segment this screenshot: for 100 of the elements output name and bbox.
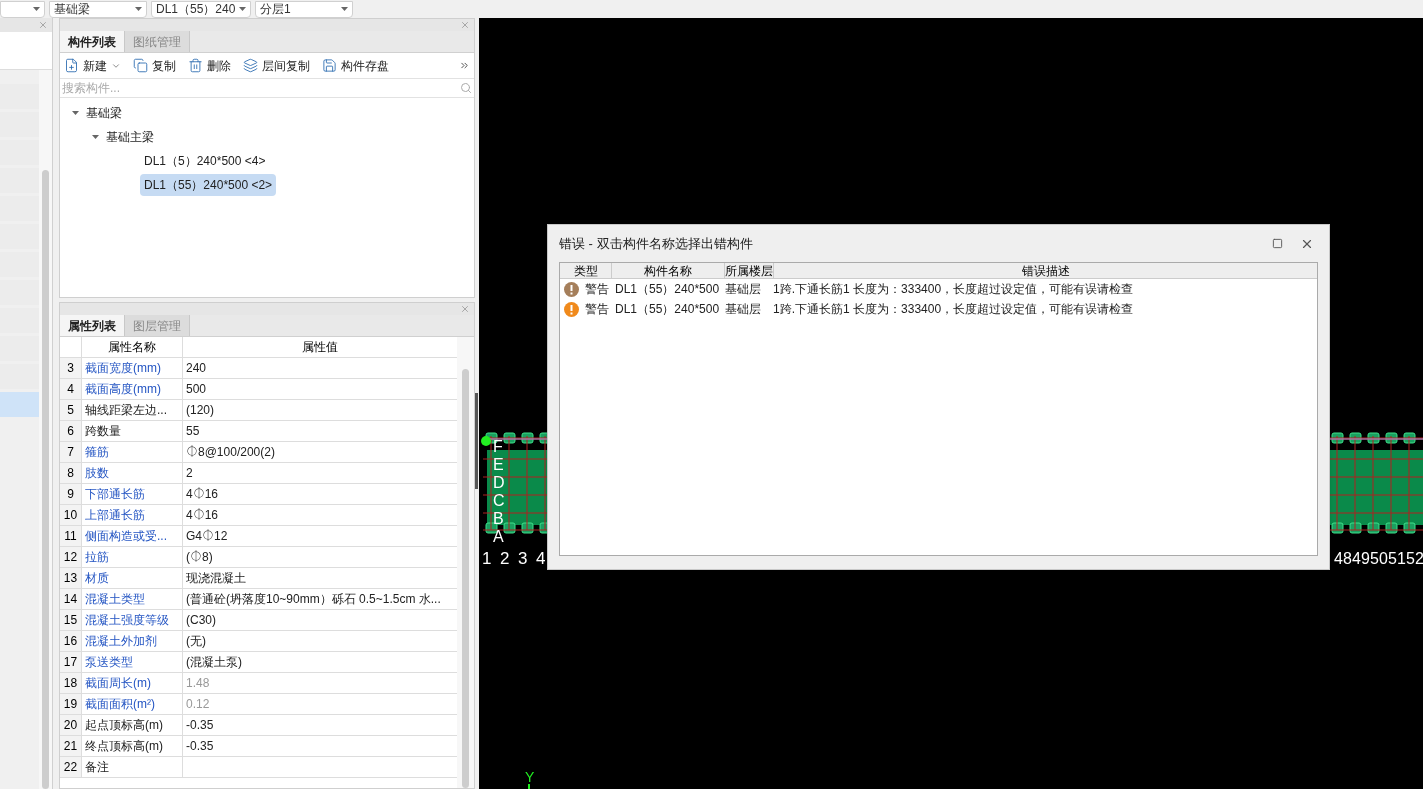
splitter-handle[interactable] (475, 393, 478, 489)
more-icon[interactable] (459, 60, 470, 71)
row-number: 13 (60, 568, 82, 588)
row-number: 16 (60, 631, 82, 651)
table-cell-text: 1跨.下通长筋1 长度为：333400，长度超过设定值，可能有误请检查 (773, 281, 1134, 298)
property-value[interactable]: 55 (183, 421, 457, 441)
table-cell-text: 警告 (585, 301, 609, 318)
property-value[interactable]: (普通砼(坍落度10~90mm）砾石 0.5~1.5cm 水... (183, 589, 457, 609)
row-number: 7 (60, 442, 82, 462)
trash-icon (188, 58, 203, 73)
toolbar-button[interactable]: 新建 (64, 56, 121, 75)
column-header: 错误描述 (1020, 263, 1071, 278)
property-name: 轴线距梁左边... (85, 402, 167, 419)
column-header: 构件名称 (612, 263, 725, 278)
property-value[interactable]: (120) (183, 400, 457, 420)
property-value[interactable]: -0.35 (183, 715, 457, 735)
table-cell[interactable]: DL1（55）240*500 (615, 280, 720, 298)
list-item[interactable] (0, 392, 40, 417)
property-name: 材质 (85, 570, 109, 587)
property-value[interactable]: -0.35 (183, 736, 457, 756)
property-name: 下部通长筋 (85, 486, 145, 503)
column-header: 属性值 (301, 339, 339, 356)
property-name: 泵送类型 (85, 654, 133, 671)
property-value[interactable]: 500 (183, 379, 457, 399)
toolbar-button[interactable]: 删除 (188, 56, 231, 75)
property-value[interactable]: ⏀8@100/200(2) (183, 442, 457, 462)
property-value[interactable]: (混凝土泵) (183, 652, 457, 672)
property-name: 拉筋 (85, 549, 109, 566)
row-number: 11 (60, 526, 82, 546)
copy-icon (133, 58, 148, 73)
panel-tab[interactable]: 属性列表 (60, 315, 125, 336)
dropdown[interactable]: DL1（55）240 (151, 0, 251, 18)
file-plus-icon (64, 58, 79, 73)
property-value[interactable]: (无) (183, 631, 457, 651)
property-name: 备注 (85, 759, 109, 776)
column-header: 属性名称 (82, 337, 183, 357)
row-number: 19 (60, 694, 82, 714)
row-number: 17 (60, 652, 82, 672)
row-number: 22 (60, 757, 82, 777)
property-name: 箍筋 (85, 444, 109, 461)
layers-icon (243, 58, 258, 73)
caret-icon[interactable] (135, 7, 142, 11)
toolbar-button[interactable]: 构件存盘 (322, 56, 389, 75)
tree-item[interactable]: 基础梁 (82, 104, 126, 122)
property-value[interactable]: G4⏀12 (183, 526, 457, 546)
property-name: 截面高度(mm) (85, 381, 161, 398)
table-cell-text: 警告 (585, 281, 609, 298)
property-name: 混凝土强度等级 (85, 612, 169, 629)
caret-icon[interactable] (33, 7, 40, 11)
property-name: 截面宽度(mm) (85, 360, 161, 377)
search-icon[interactable] (460, 82, 472, 94)
dropdown[interactable]: 分层1 (255, 0, 353, 18)
tree-item[interactable]: DL1（55）240*500 <2> (140, 174, 277, 196)
property-name: 肢数 (85, 465, 109, 482)
search-field[interactable]: 搜索构件... (62, 79, 460, 97)
column-header: 类型 (560, 263, 612, 278)
row-number: 9 (60, 484, 82, 504)
property-name: 截面周长(m) (85, 675, 151, 692)
row-number: 14 (60, 589, 82, 609)
property-value[interactable]: (C30) (183, 610, 457, 630)
property-name: 跨数量 (85, 423, 121, 440)
property-name: 混凝土外加剂 (85, 633, 157, 650)
scrollbar-thumb[interactable] (42, 170, 50, 789)
property-value[interactable]: 240 (183, 358, 457, 378)
table-cell-text: 基础层 (725, 281, 762, 298)
property-name: 起点顶标高(m) (85, 717, 163, 734)
row-number: 15 (60, 610, 82, 630)
caret-icon[interactable] (72, 111, 79, 115)
property-name: 侧面构造或受... (85, 528, 167, 545)
row-number: 21 (60, 736, 82, 756)
table-cell[interactable]: DL1（55）240*500 (615, 300, 720, 318)
toolbar-button[interactable]: 层间复制 (243, 56, 310, 75)
table-cell-text: 基础层 (725, 301, 762, 318)
row-number: 4 (60, 379, 82, 399)
table-cell-text: 1跨.下通长筋1 长度为：333400，长度超过设定值，可能有误请检查 (773, 301, 1134, 318)
property-name: 混凝土类型 (85, 591, 145, 608)
caret-icon[interactable] (239, 7, 246, 11)
row-number: 10 (60, 505, 82, 525)
row-number: 6 (60, 421, 82, 441)
tree-item[interactable]: 基础主梁 (102, 128, 158, 146)
scrollbar-thumb[interactable] (462, 369, 469, 788)
panel-tab[interactable]: 构件列表 (60, 31, 125, 52)
property-value[interactable]: 4⏀16 (183, 484, 457, 504)
dropdown[interactable]: 基础梁 (49, 0, 147, 18)
property-name: 终点顶标高(m) (85, 738, 163, 755)
row-number: 3 (60, 358, 82, 378)
property-value[interactable]: 4⏀16 (183, 505, 457, 525)
property-value[interactable]: (⏀8) (183, 547, 457, 567)
row-number: 12 (60, 547, 82, 567)
tree-item[interactable]: DL1（5）240*500 <4> (140, 152, 270, 170)
dialog-title: 错误 - 双击构件名称选择出错构件 (559, 234, 753, 253)
caret-icon[interactable] (92, 135, 99, 139)
property-value[interactable]: 现浇混凝土 (183, 568, 457, 588)
property-name: 上部通长筋 (85, 507, 145, 524)
property-value[interactable]: 2 (183, 463, 457, 483)
caret-icon[interactable] (341, 7, 348, 11)
column-header: 所属楼层 (725, 263, 774, 278)
maximize-icon[interactable] (1272, 238, 1283, 249)
toolbar-button[interactable]: 复制 (133, 56, 176, 75)
row-number: 8 (60, 463, 82, 483)
